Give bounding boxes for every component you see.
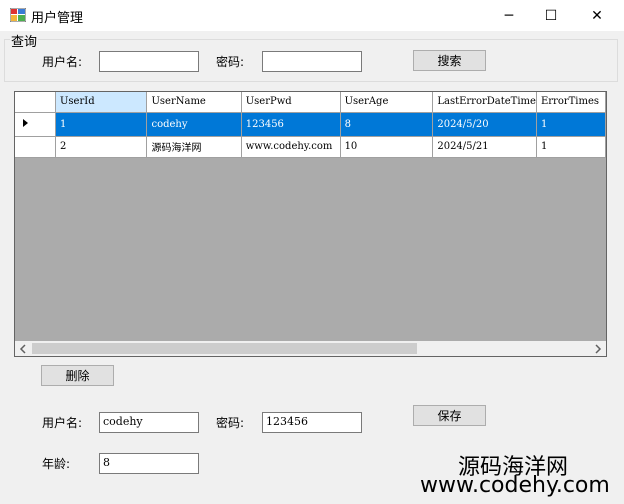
- column-header-errortimes[interactable]: ErrorTimes: [536, 92, 606, 113]
- close-button[interactable]: ✕: [574, 0, 620, 31]
- maximize-button[interactable]: ☐: [528, 0, 574, 31]
- cell-userid[interactable]: 1: [55, 112, 148, 137]
- grid-corner-header[interactable]: [15, 92, 56, 113]
- table-row[interactable]: 1 codehy 123456 8 2024/5/20 1: [15, 112, 606, 137]
- search-group-title: 查询: [10, 31, 39, 50]
- watermark-url: www.codehy.com: [420, 473, 610, 498]
- cell-errortimes[interactable]: 1: [536, 136, 606, 158]
- cell-userid[interactable]: 2: [55, 136, 148, 158]
- cell-username[interactable]: codehy: [146, 112, 242, 137]
- edit-password-label: 密码:: [216, 416, 245, 430]
- column-header-userage[interactable]: UserAge: [340, 92, 434, 113]
- cell-username[interactable]: 源码海洋网: [146, 136, 242, 158]
- delete-button[interactable]: 删除: [41, 365, 114, 386]
- scroll-left-icon[interactable]: [18, 344, 28, 354]
- search-button[interactable]: 搜索: [413, 50, 486, 71]
- cell-userpwd[interactable]: www.codehy.com: [241, 136, 341, 158]
- edit-username-label: 用户名:: [42, 416, 83, 430]
- cell-userage[interactable]: 10: [340, 136, 434, 158]
- row-header[interactable]: [15, 136, 56, 158]
- search-username-label: 用户名:: [42, 55, 83, 69]
- minimize-button[interactable]: ─: [486, 0, 532, 31]
- scrollbar-thumb[interactable]: [32, 343, 417, 354]
- column-header-userpwd[interactable]: UserPwd: [241, 92, 341, 113]
- title-bar: 用户管理 ─ ☐ ✕: [0, 0, 624, 31]
- edit-username-input[interactable]: codehy: [99, 412, 199, 433]
- cell-lasterrordatetime[interactable]: 2024/5/21: [432, 136, 537, 158]
- current-row-arrow-icon: [23, 118, 28, 127]
- edit-age-label: 年龄:: [42, 457, 71, 471]
- app-icon: [10, 8, 26, 22]
- scroll-right-icon[interactable]: [593, 344, 603, 354]
- column-header-username[interactable]: UserName: [146, 92, 242, 113]
- edit-age-input[interactable]: 8: [99, 453, 199, 474]
- close-icon: ✕: [591, 7, 603, 24]
- row-header-current[interactable]: [15, 112, 56, 137]
- search-password-input[interactable]: [262, 51, 362, 72]
- grid-table: UserId UserName UserPwd UserAge LastErro…: [15, 92, 606, 158]
- search-username-input[interactable]: [99, 51, 199, 72]
- maximize-icon: ☐: [544, 7, 558, 24]
- column-header-lasterrordatetime[interactable]: LastErrorDateTime: [432, 92, 537, 113]
- column-header-userid[interactable]: UserId: [55, 92, 148, 113]
- minimize-icon: ─: [504, 7, 514, 24]
- cell-userage[interactable]: 8: [340, 112, 434, 137]
- save-button[interactable]: 保存: [413, 405, 486, 426]
- cell-errortimes[interactable]: 1: [536, 112, 606, 137]
- cell-userpwd[interactable]: 123456: [241, 112, 341, 137]
- search-password-label: 密码:: [216, 55, 245, 69]
- cell-lasterrordatetime[interactable]: 2024/5/20: [432, 112, 537, 137]
- table-row[interactable]: 2 源码海洋网 www.codehy.com 10 2024/5/21 1: [15, 136, 606, 158]
- user-data-grid[interactable]: UserId UserName UserPwd UserAge LastErro…: [14, 91, 607, 357]
- horizontal-scrollbar[interactable]: [15, 341, 606, 356]
- window-title: 用户管理: [31, 11, 84, 26]
- edit-password-input[interactable]: 123456: [262, 412, 362, 433]
